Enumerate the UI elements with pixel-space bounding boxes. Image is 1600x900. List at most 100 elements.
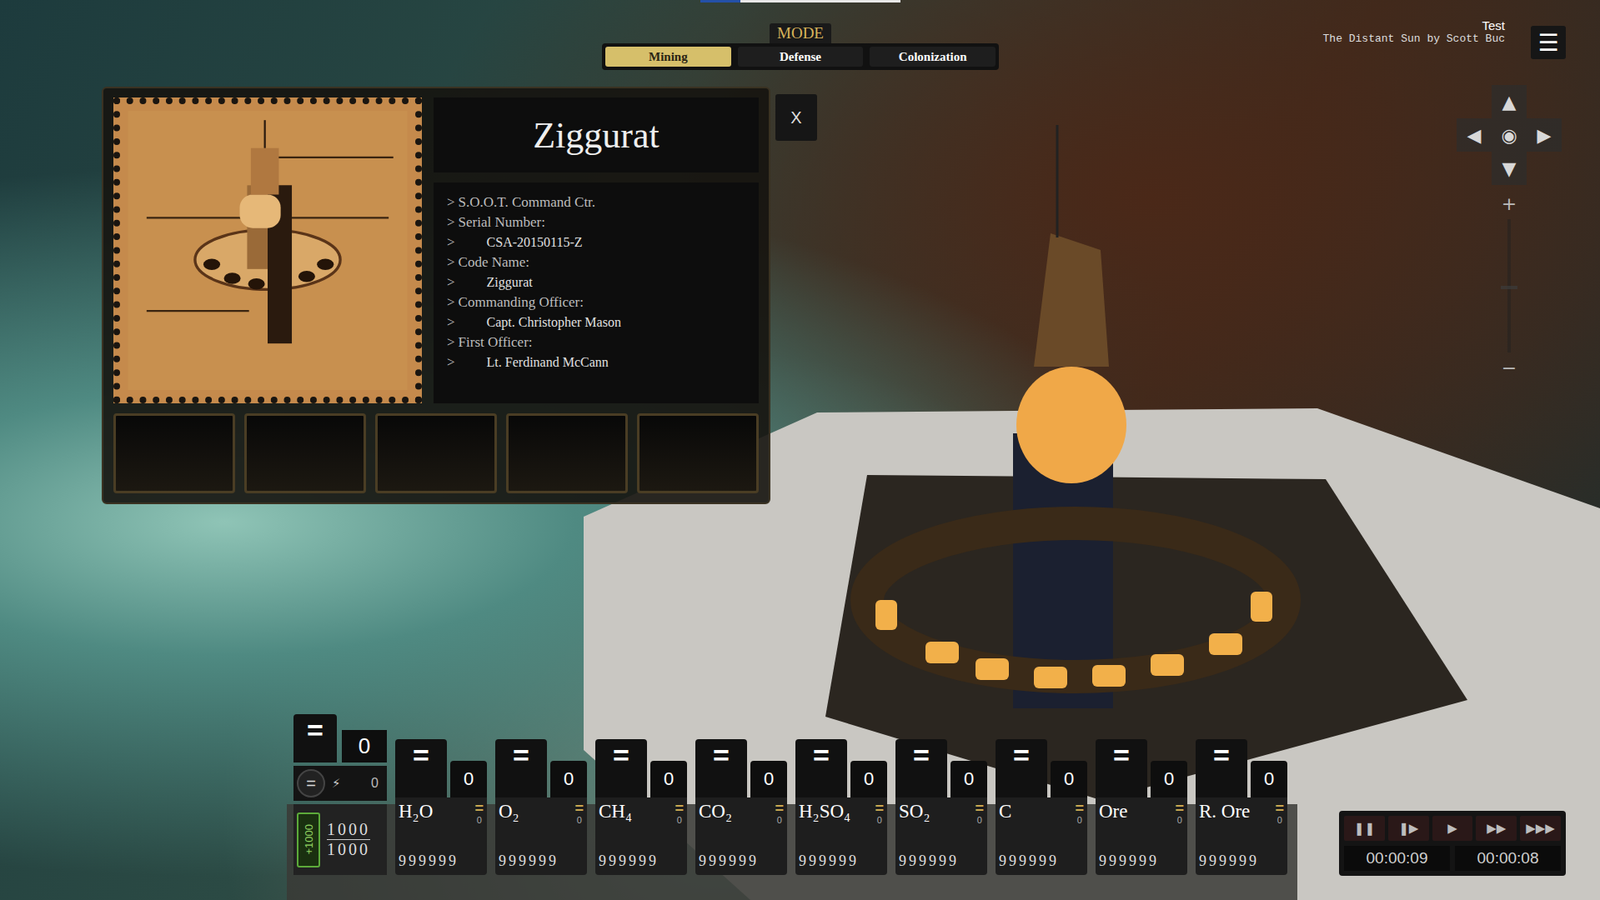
resource-card: =0CH₄=0999999 [595, 739, 688, 876]
speed-button[interactable]: ❚❚ [1344, 816, 1385, 842]
module-slot[interactable] [375, 413, 497, 494]
resource-card: =0H₂O=0999999 [395, 739, 487, 876]
resource-name-row: SO₂=0 [898, 801, 984, 826]
resource-capacity: 999999 [898, 852, 984, 871]
resource-amount: 0 [550, 761, 587, 798]
line-marker: > [446, 272, 456, 293]
center-button[interactable]: ◉ [1491, 118, 1527, 152]
resource-name-row: C=0 [998, 801, 1084, 826]
resource-card: =0SO₂=0999999 [895, 739, 988, 876]
line-text: S.O.O.T. Command Ctr. [458, 192, 597, 213]
info-top: Ziggurat>S.O.O.T. Command Ctr.>Serial Nu… [113, 97, 759, 404]
energy-toggle-button[interactable]: = [296, 769, 326, 798]
resource-equals[interactable]: = [1095, 739, 1148, 798]
rate-value: 0 [576, 816, 582, 826]
rate-equals[interactable]: = [974, 801, 984, 817]
line-marker: > [446, 292, 456, 313]
speed-button[interactable]: ▶ [1432, 816, 1474, 842]
resource-bottom: C=0999999 [995, 797, 1088, 876]
resource-top: =0 [795, 739, 888, 798]
module-slots [113, 413, 759, 494]
info-box: Ziggurat>S.O.O.T. Command Ctr.>Serial Nu… [433, 97, 759, 404]
resource-rate: =0 [1274, 801, 1285, 826]
pan-down-button[interactable]: ▼ [1491, 151, 1527, 186]
zoom-in-button[interactable]: + [1496, 193, 1522, 215]
resource-name: H₂SO₄ [798, 801, 851, 823]
resource-equals[interactable]: = [495, 739, 547, 798]
zoom-out-button[interactable]: − [1496, 357, 1522, 379]
speed-buttons: ❚❚❚▶▶▶▶▶▶▶ [1344, 816, 1561, 842]
speed-button[interactable]: ❚▶ [1388, 816, 1430, 842]
resource-amount: 0 [1250, 761, 1288, 798]
resource-equals[interactable]: = [795, 739, 848, 798]
line-text: Code Name: [458, 252, 530, 273]
line-marker: > [446, 252, 456, 273]
time-controls: ❚❚❚▶▶▶▶▶▶▶00:00:0900:00:08 [1339, 811, 1566, 877]
speed-button[interactable]: ▶▶ [1475, 816, 1517, 842]
resource-bottom: CH₄=0999999 [595, 797, 688, 876]
line-text: Ziggurat [486, 272, 533, 293]
menu-button[interactable]: ☰ [1530, 25, 1566, 60]
resource-equals[interactable]: = [1195, 739, 1248, 798]
resource-equals[interactable]: = [895, 739, 948, 798]
pan-right-button[interactable]: ▶ [1526, 118, 1562, 152]
resource-equals[interactable]: = [395, 739, 447, 798]
resource-amount: 0 [750, 761, 788, 798]
mode-tab[interactable]: Defense [737, 46, 864, 67]
resource-bottom: R. Ore=0999999 [1195, 797, 1288, 876]
header-subtitle: The Distant Sun by Scott Buc [1323, 32, 1505, 46]
line-marker: > [446, 312, 456, 333]
rate-equals[interactable]: = [874, 801, 884, 817]
resource-name-row: CO₂ =0 [698, 801, 784, 826]
resource-equals[interactable]: = [995, 739, 1048, 798]
rate-equals[interactable]: = [1074, 801, 1084, 817]
line-text: First Officer: [458, 332, 533, 353]
mode-tab[interactable]: Mining [605, 46, 732, 67]
rate-equals[interactable]: = [1274, 801, 1285, 817]
resource-equals[interactable]: = [695, 739, 748, 798]
rate-equals[interactable]: = [674, 801, 684, 817]
module-slot[interactable] [636, 413, 759, 494]
resource-capacity: 999999 [1098, 852, 1184, 871]
resource-name-row: R. Ore =0 [1198, 801, 1285, 826]
rate-equals[interactable]: = [574, 801, 584, 817]
pan-up-button[interactable]: ▲ [1491, 85, 1527, 119]
unit-details: >S.O.O.T. Command Ctr.>Serial Number:>CS… [433, 182, 759, 404]
resource-name: R. Ore [1198, 801, 1250, 823]
header: TestThe Distant Sun by Scott Buc [1323, 18, 1505, 46]
pan-left-button[interactable]: ◀ [1456, 118, 1492, 152]
energy-equals[interactable]: = [293, 714, 337, 763]
rate-equals[interactable]: = [774, 801, 784, 817]
tower-spire [1033, 233, 1109, 367]
module-slot[interactable] [506, 413, 628, 494]
detail-line: > Capt. Christopher Mason [446, 312, 746, 333]
mode-tab[interactable]: Colonization [869, 46, 996, 67]
tower-ring [867, 523, 1285, 678]
energy-power-row: =⚡0 [293, 766, 387, 802]
module-slot[interactable] [244, 413, 367, 494]
resource-rate: =0 [474, 801, 484, 826]
info-panel: Ziggurat>S.O.O.T. Command Ctr.>Serial Nu… [101, 86, 771, 505]
rate-value: 0 [476, 816, 482, 826]
speed-button[interactable]: ▶▶▶ [1519, 816, 1561, 842]
resource-rate: =0 [774, 801, 784, 826]
resource-name: CO₂ [698, 801, 733, 823]
boost-button[interactable]: +1000 [296, 812, 321, 868]
resource-card: =0O₂=0999999 [495, 739, 587, 876]
line-text: Capt. Christopher Mason [486, 312, 622, 333]
resource-name: O₂ [498, 801, 520, 823]
resource-equals[interactable]: = [595, 739, 648, 798]
zoom-handle[interactable] [1500, 285, 1518, 290]
resource-bottom: O₂=0999999 [495, 797, 587, 876]
rate-value: 0 [1277, 816, 1283, 826]
rate-equals[interactable]: = [474, 801, 484, 817]
resource-name: Ore [1098, 801, 1128, 823]
zoom-slider[interactable] [1507, 219, 1511, 353]
resource-rate: =0 [1074, 801, 1084, 826]
energy-top: =0 [293, 714, 387, 763]
rate-equals[interactable]: = [1174, 801, 1184, 817]
resource-top: =0 [995, 739, 1088, 798]
energy-max: 1000 [326, 840, 371, 860]
module-slot[interactable] [113, 413, 236, 494]
close-button[interactable]: X [775, 94, 818, 141]
